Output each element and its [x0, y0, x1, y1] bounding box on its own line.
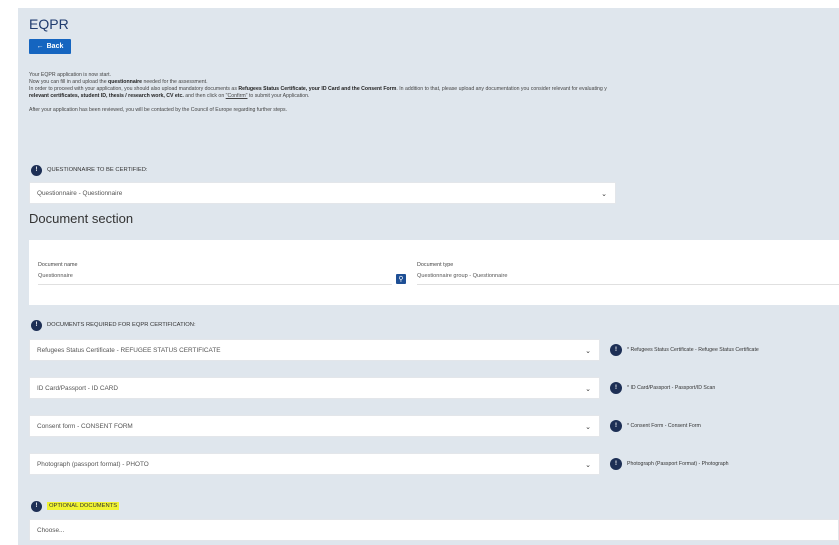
intro-text: Your EQPR application is now start. Now … [29, 72, 837, 114]
required-select-photograph[interactable]: Photograph (passport format) - PHOTO ⌄ [29, 453, 600, 475]
required-select-value: Photograph (passport format) - PHOTO [37, 460, 149, 468]
chevron-down-icon: ⌄ [585, 424, 591, 431]
document-type-field[interactable]: Questionnaire group - Questionnaire [417, 273, 508, 279]
info-circle-icon: ! [31, 164, 42, 176]
intro-line-2c: needed for the assessment. [142, 79, 208, 85]
chevron-down-icon: ⌄ [585, 348, 591, 355]
intro-line-5: After your application has been reviewed… [29, 107, 288, 113]
required-select-consent-form[interactable]: Consent form - CONSENT FORM ⌄ [29, 415, 600, 437]
optional-documents-select[interactable]: Choose... [29, 519, 839, 541]
document-box: Document name Questionnaire ⚲ Document t… [29, 240, 839, 305]
document-type-label: Document type [417, 262, 454, 268]
page-title: EQPR [29, 16, 69, 32]
required-label-id-card: ! * ID Card/Passport - Passport/ID Scan [610, 382, 715, 394]
required-label-refugee-status: ! * Refugees Status Certificate - Refuge… [610, 344, 759, 356]
intro-line-2: Now you can fill in and upload the quest… [29, 79, 837, 86]
intro-line-3b: Refugees Status Certificate, your ID Car… [238, 86, 397, 92]
document-name-underline [38, 284, 392, 285]
confirm-link[interactable]: "Confirm" [226, 93, 248, 99]
document-name-field[interactable]: Questionnaire [38, 273, 73, 279]
required-heading-text: DOCUMENTS REQUIRED FOR EQPR CERTIFICATIO… [47, 322, 196, 328]
optional-select-placeholder: Choose... [37, 526, 65, 534]
intro-line-1: Your EQPR application is now start. [29, 72, 111, 78]
optional-heading: ! OPTIONAL DOCUMENTS [31, 500, 120, 512]
info-circle-icon: ! [610, 458, 622, 470]
optional-heading-text: OPTIONAL DOCUMENTS [47, 502, 120, 510]
required-label-text: * ID Card/Passport - Passport/ID Scan [627, 385, 716, 391]
intro-line-4a: relevant certificates, student ID, thesi… [29, 93, 184, 99]
info-circle-icon: ! [610, 344, 622, 356]
arrow-left-icon: ← [36, 43, 44, 50]
intro-line-3c: . In addition to that, please upload any… [396, 86, 607, 92]
back-button[interactable]: ← Back [29, 39, 71, 54]
required-label-consent-form: ! * Consent Form - Consent Form [610, 420, 701, 432]
required-label-photograph: ! Photograph (Passport Format) - Photogr… [610, 458, 729, 470]
intro-line-2a: Now you can fill in and upload the [29, 79, 109, 85]
intro-line-4d: to submit your Application. [247, 93, 310, 99]
info-circle-icon: ! [610, 420, 622, 432]
chevron-down-icon: ⌄ [601, 191, 607, 198]
questionnaire-heading-text: QUESTIONNAIRE TO BE CERTIFIED: [47, 167, 148, 173]
info-circle-icon: ! [610, 382, 622, 394]
back-button-label: Back [46, 43, 64, 50]
required-select-value: ID Card/Passport - ID CARD [37, 384, 118, 392]
document-name-label: Document name [38, 262, 78, 268]
page-content: EQPR ← Back Your EQPR application is now… [18, 8, 839, 545]
required-select-value: Refugees Status Certificate - REFUGEE ST… [37, 346, 221, 354]
required-select-value: Consent form - CONSENT FORM [37, 422, 133, 430]
required-label-text: Photograph (Passport Format) - Photograp… [627, 461, 729, 467]
questionnaire-heading: ! QUESTIONNAIRE TO BE CERTIFIED: [31, 164, 148, 176]
intro-line-3: In order to proceed with your applicatio… [29, 86, 837, 93]
document-section-title: Document section [29, 211, 134, 226]
required-heading: ! DOCUMENTS REQUIRED FOR EQPR CERTIFICAT… [31, 319, 196, 331]
info-circle-icon: ! [31, 500, 42, 512]
search-button[interactable]: ⚲ [396, 274, 406, 284]
required-select-refugee-status[interactable]: Refugees Status Certificate - REFUGEE ST… [29, 339, 600, 361]
questionnaire-select[interactable]: Questionnaire - Questionnaire ⌄ [29, 182, 616, 204]
required-label-text: * Consent Form - Consent Form [627, 423, 701, 429]
chevron-down-icon: ⌄ [585, 462, 591, 469]
chevron-down-icon: ⌄ [585, 386, 591, 393]
info-circle-icon: ! [31, 319, 42, 331]
intro-line-4b: and then click on [183, 93, 226, 99]
questionnaire-select-value: Questionnaire - Questionnaire [37, 189, 123, 197]
intro-line-4: relevant certificates, student ID, thesi… [29, 93, 837, 100]
intro-line-3a: In order to proceed with your applicatio… [29, 86, 239, 92]
required-label-text: * Refugees Status Certificate - Refugee … [627, 347, 759, 353]
document-type-underline [417, 284, 839, 285]
intro-line-2b: questionnaire [108, 79, 143, 85]
search-icon: ⚲ [398, 276, 404, 283]
required-select-id-card[interactable]: ID Card/Passport - ID CARD ⌄ [29, 377, 600, 399]
